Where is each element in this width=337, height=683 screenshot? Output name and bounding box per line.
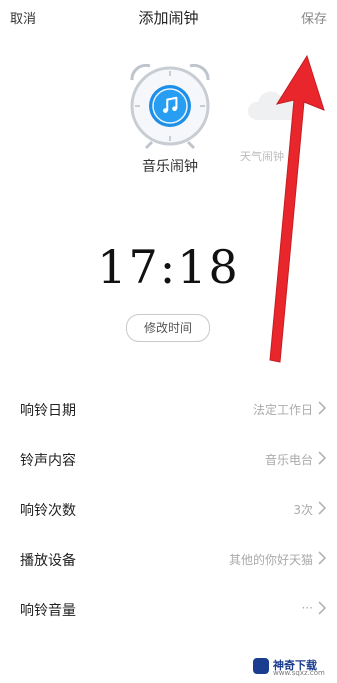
setting-row-ring-count[interactable]: 响铃次数 3次 [0,484,337,534]
chevron-right-icon [318,601,327,615]
alarm-time: 17:18 [97,240,240,294]
setting-label: 响铃次数 [20,503,76,519]
edit-time-button[interactable]: 修改时间 [126,314,210,342]
setting-row-device[interactable]: 播放设备 其他的你好天猫 [0,534,337,584]
setting-row-volume[interactable]: 响铃音量 ··· [0,584,337,634]
settings-list: 响铃日期 法定工作日 铃声内容 音乐电台 响铃次数 3次 播放设备 其他的你好天… [0,384,337,634]
cloud-icon [247,91,301,120]
setting-row-ringtone[interactable]: 铃声内容 音乐电台 [0,434,337,484]
chevron-right-icon [318,401,327,415]
music-alarm-label: 音乐闹钟 [142,159,198,175]
chevron-right-icon [318,551,327,565]
watermark-logo-icon [253,658,269,674]
music-note-icon [163,96,178,113]
setting-label: 铃声内容 [20,453,76,469]
music-alarm-option[interactable] [124,58,216,150]
watermark-url: www.sqxz.com [273,669,325,677]
chevron-right-icon [318,501,327,515]
save-button[interactable]: 保存 [301,8,327,27]
watermark: 神奇下载 www.sqxz.com [253,655,329,677]
weather-alarm-option[interactable] [244,86,314,126]
setting-label: 响铃日期 [20,403,76,419]
setting-value: 其他的你好天猫 [228,553,313,567]
chevron-right-icon [318,451,327,465]
setting-label: 响铃音量 [20,603,76,619]
top-bar: 取消 添加闹钟 保存 [0,0,337,34]
setting-value: 音乐电台 [264,453,313,467]
setting-value: 法定工作日 [252,403,313,417]
setting-row-ring-date[interactable]: 响铃日期 法定工作日 [0,384,337,434]
setting-label: 播放设备 [20,553,76,569]
setting-value: ··· [301,601,313,615]
weather-alarm-label: 天气闹钟 [240,150,284,163]
setting-value: 3次 [293,503,313,517]
page-title: 添加闹钟 [138,9,199,27]
